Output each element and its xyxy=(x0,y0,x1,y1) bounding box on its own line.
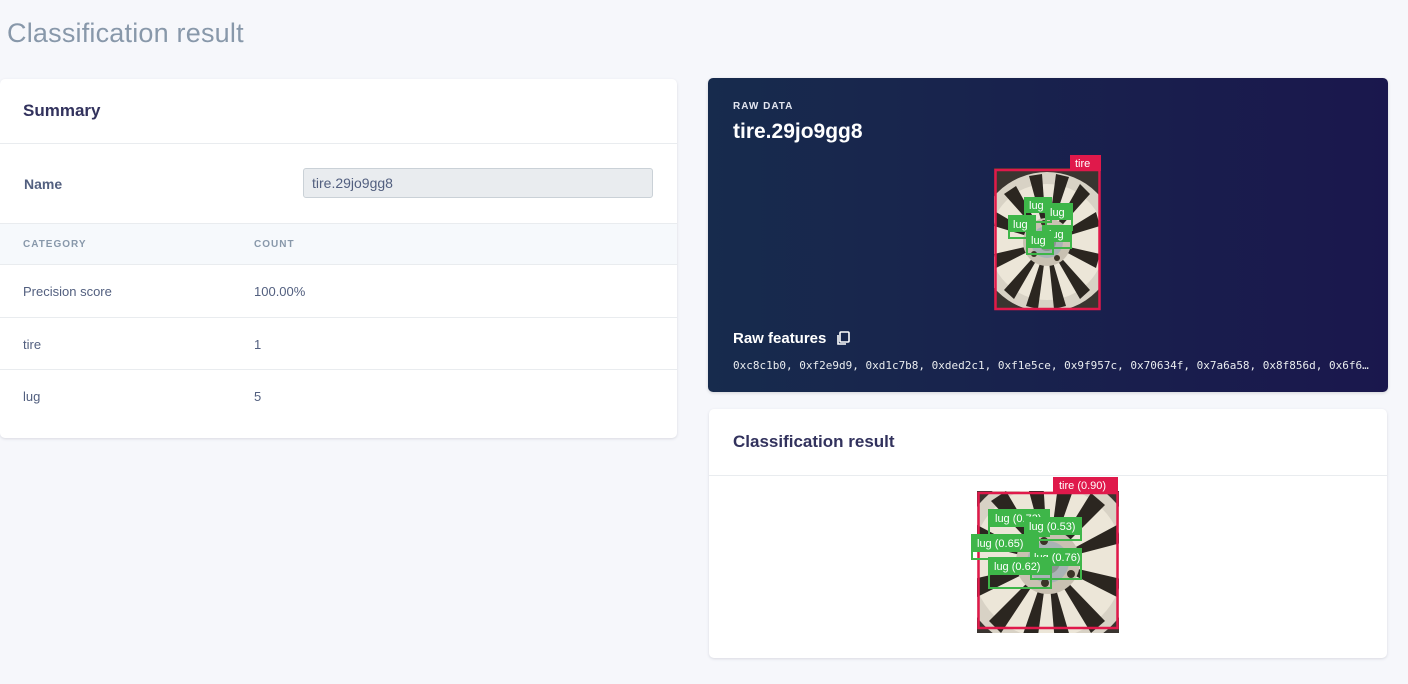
raw-tire-image: tire lug lug lug lug lug xyxy=(994,155,1101,311)
row-category: Precision score xyxy=(23,284,112,299)
table-row: tire 1 xyxy=(0,318,677,370)
raw-data-card: RAW DATA tire.29jo9gg8 tire lug lug lug … xyxy=(708,78,1388,392)
raw-features-title: Raw features xyxy=(733,330,827,347)
classification-result-card: Classification result tire (0.90) lug (0… xyxy=(709,409,1387,658)
result-header: Classification result xyxy=(709,409,1387,476)
lug-label: lug (0.65) xyxy=(977,538,1023,550)
tire-label: tire (0.90) xyxy=(1059,480,1106,492)
name-field[interactable] xyxy=(303,168,653,198)
column-header-count: COUNT xyxy=(254,239,295,250)
page-title: Classification result xyxy=(7,18,244,48)
name-label: Name xyxy=(24,175,63,192)
lug-label: lug xyxy=(1013,219,1028,231)
lug-label: lug xyxy=(1029,200,1044,212)
column-header-category: CATEGORY xyxy=(23,239,87,250)
result-tire-image: tire (0.90) lug (0.73) lug (0.53) lug (0… xyxy=(971,477,1119,633)
summary-card: Summary Name CATEGORY COUNT Precision sc… xyxy=(0,79,677,438)
raw-features-value: 0xc8c1b0, 0xf2e9d9, 0xd1c7b8, 0xded2c1, … xyxy=(733,359,1373,372)
row-count: 5 xyxy=(254,389,262,404)
raw-data-title: tire.29jo9gg8 xyxy=(733,120,863,143)
raw-data-eyebrow: RAW DATA xyxy=(733,101,794,112)
row-category: lug xyxy=(23,389,41,404)
row-count: 1 xyxy=(254,336,262,352)
name-row: Name xyxy=(0,144,677,224)
raw-features-label: Raw features xyxy=(733,330,851,347)
lug-label: lug xyxy=(1050,207,1065,219)
table-row: lug 5 xyxy=(0,370,677,423)
table-row: Precision score 100.00% xyxy=(0,265,677,318)
row-category: tire xyxy=(23,336,42,352)
copy-icon[interactable] xyxy=(836,331,851,346)
lug-label: lug (0.62) xyxy=(994,561,1040,573)
tire-label: tire xyxy=(1075,158,1090,170)
summary-title: Summary xyxy=(23,101,101,120)
row-count: 100.00% xyxy=(254,284,306,299)
table-header: CATEGORY COUNT xyxy=(0,224,677,265)
lug-label: lug (0.53) xyxy=(1029,521,1075,533)
lug-label: lug xyxy=(1031,235,1046,247)
summary-header: Summary xyxy=(0,79,677,144)
result-title: Classification result xyxy=(733,432,895,451)
